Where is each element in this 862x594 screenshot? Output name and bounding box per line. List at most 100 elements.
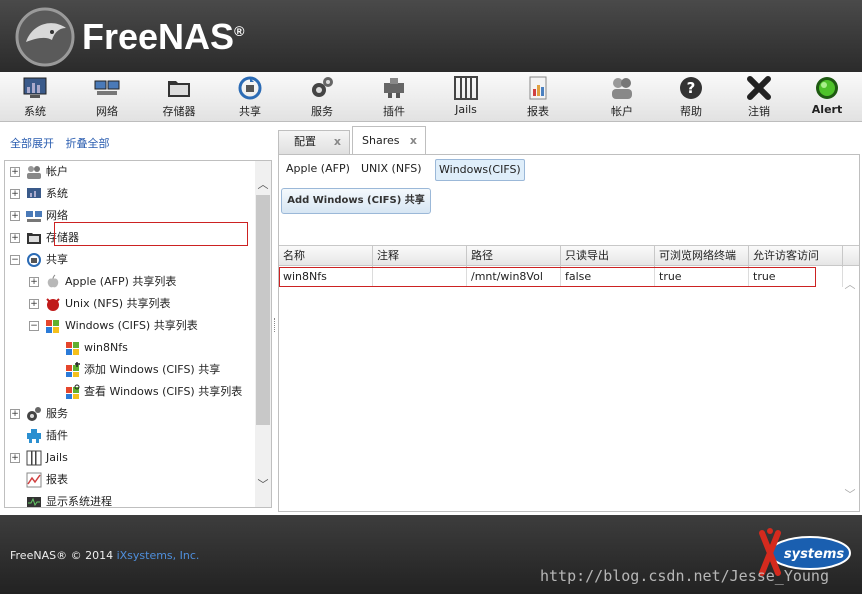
toolbar-label: 服务 (311, 105, 333, 118)
collapse-all-link[interactable]: 折叠全部 (66, 137, 110, 150)
column-header-readonly[interactable]: 只读导出 (561, 246, 655, 267)
system-icon (23, 77, 47, 98)
tree-item-account[interactable]: + 帐户 (5, 162, 255, 182)
column-header-comment[interactable]: 注释 (373, 246, 467, 267)
logout-icon (747, 76, 771, 100)
tree-item-add-cifs-share[interactable]: 添加 Windows (CIFS) 共享 (5, 360, 255, 380)
tree-item-win8nfs[interactable]: win8Nfs (5, 338, 255, 358)
app-header: FreeNAS® (0, 0, 862, 72)
services-icon (312, 77, 333, 97)
tree-item-label: 显示系统进程 (46, 495, 112, 508)
toolbar-label: 系统 (24, 105, 46, 118)
logo-text: systems (784, 547, 845, 562)
toolbar-alert-button[interactable]: Alert (795, 75, 859, 119)
close-icon[interactable]: x (334, 131, 341, 153)
tree-item-cifs-shares[interactable]: − Windows (CIFS) 共享列表 (5, 316, 255, 336)
sharing-icon (27, 253, 41, 267)
tree-item-processes[interactable]: 显示系统进程 (5, 492, 255, 508)
expand-toggle[interactable]: + (10, 409, 20, 419)
tree-item-label: 查看 Windows (CIFS) 共享列表 (84, 385, 243, 398)
toolbar-jails-button[interactable]: Jails (434, 75, 498, 119)
add-cifs-share-button[interactable]: Add Windows (CIFS) 共享 (281, 188, 431, 214)
tree-item-nfs-shares[interactable]: + Unix (NFS) 共享列表 (5, 294, 255, 314)
expand-toggle[interactable]: + (10, 189, 20, 199)
expand-toggle[interactable]: + (29, 277, 39, 287)
tree-item-label: Apple (AFP) 共享列表 (65, 275, 177, 288)
toolbar-label: 帐户 (611, 105, 633, 118)
tree-item-reporting[interactable]: 报表 (5, 470, 255, 490)
windows-icon (66, 342, 79, 355)
tab-shares[interactable]: Shares x (352, 126, 426, 155)
grid-header: 名称 注释 路径 只读导出 可浏览网络终端 允许访客访问 (279, 245, 859, 267)
tree-item-view-cifs-shares[interactable]: 查看 Windows (CIFS) 共享列表 (5, 382, 255, 402)
network-icon (26, 211, 42, 222)
subtab-nfs[interactable]: UNIX (NFS) (358, 159, 424, 181)
expand-all-link[interactable]: 全部展开 (10, 137, 54, 150)
expand-toggle[interactable]: + (10, 233, 20, 243)
tree-item-sharing[interactable]: − 共享 (5, 250, 255, 270)
tree-item-system[interactable]: + 系统 (5, 184, 255, 204)
toolbar-reporting-button[interactable]: 报表 (506, 75, 570, 119)
tree-item-plugins[interactable]: 插件 (5, 426, 255, 446)
tree-item-label: 插件 (46, 429, 68, 442)
toolbar-label: 注销 (748, 105, 770, 118)
toolbar-label: 存储器 (162, 105, 196, 118)
toolbar-plugins-button[interactable]: 插件 (362, 75, 426, 119)
main-toolbar: 系统 网络 存储器 共享 服务 插件 Jails 报表 帐户 ? 帮助 注销 A… (0, 72, 862, 122)
toolbar-logout-button[interactable]: 注销 (727, 75, 791, 119)
app-footer: FreeNAS® © 2014 iXsystems, Inc. systems … (0, 515, 862, 594)
scrollbar-thumb[interactable] (256, 195, 270, 425)
tree-item-jails[interactable]: + Jails (5, 448, 255, 468)
toolbar-sharing-button[interactable]: 共享 (218, 75, 282, 119)
toolbar-label: 插件 (383, 105, 405, 118)
tree-item-label: 添加 Windows (CIFS) 共享 (84, 363, 221, 376)
account-icon (612, 78, 632, 99)
toolbar-label: 报表 (527, 105, 549, 118)
toolbar-help-button[interactable]: ? 帮助 (659, 75, 723, 119)
collapse-toggle[interactable]: − (10, 255, 20, 265)
scroll-up-icon[interactable]: ︿ (257, 179, 269, 191)
company-link[interactable]: iXsystems, Inc. (117, 549, 200, 562)
windows-view-icon (66, 384, 80, 399)
tab-label: 配置 (294, 135, 316, 148)
toolbar-services-button[interactable]: 服务 (290, 75, 354, 119)
scroll-down-icon[interactable]: ﹀ (844, 489, 856, 501)
panel-splitter[interactable] (274, 318, 277, 332)
freebsd-icon (46, 298, 60, 311)
scroll-up-icon[interactable]: ︿ (844, 279, 856, 291)
column-header-guest[interactable]: 允许访客访问 (749, 246, 843, 267)
grid-scrollbar[interactable]: ︿ ﹀ (842, 245, 859, 511)
tree-item-label: 报表 (46, 473, 68, 486)
toolbar-label: 网络 (96, 105, 118, 118)
apple-icon (47, 274, 59, 288)
toolbar-system-button[interactable]: 系统 (3, 75, 67, 119)
svg-text:?: ? (687, 79, 696, 97)
close-icon[interactable]: x (410, 127, 417, 155)
toolbar-storage-button[interactable]: 存储器 (147, 75, 211, 119)
toolbar-account-button[interactable]: 帐户 (590, 75, 654, 119)
column-header-path[interactable]: 路径 (467, 246, 561, 267)
subtab-afp[interactable]: Apple (AFP) (283, 159, 353, 181)
scroll-down-icon[interactable]: ﹀ (257, 479, 269, 491)
app-title: FreeNAS® (82, 16, 245, 57)
storage-icon (168, 81, 190, 97)
collapse-toggle[interactable]: − (29, 321, 39, 331)
expand-toggle[interactable]: + (10, 167, 20, 177)
tree-item-services[interactable]: + 服务 (5, 404, 255, 424)
tree-item-label: win8Nfs (84, 341, 128, 354)
sharing-icon (238, 76, 262, 100)
tree-scrollbar[interactable]: ︿ ﹀ (255, 161, 271, 507)
expand-toggle[interactable]: + (29, 299, 39, 309)
tree-item-label: Jails (46, 451, 68, 464)
plugins-icon (27, 429, 41, 443)
storage-icon (27, 233, 41, 244)
expand-toggle[interactable]: + (10, 211, 20, 221)
subtab-cifs[interactable]: Windows(CIFS) (435, 159, 525, 181)
jails-icon (454, 76, 478, 100)
tree-item-afp-shares[interactable]: + Apple (AFP) 共享列表 (5, 272, 255, 292)
toolbar-network-button[interactable]: 网络 (75, 75, 139, 119)
column-header-browsable[interactable]: 可浏览网络终端 (655, 246, 749, 267)
column-header-name[interactable]: 名称 (279, 246, 373, 267)
tab-config[interactable]: 配置 x (278, 130, 350, 154)
expand-toggle[interactable]: + (10, 453, 20, 463)
